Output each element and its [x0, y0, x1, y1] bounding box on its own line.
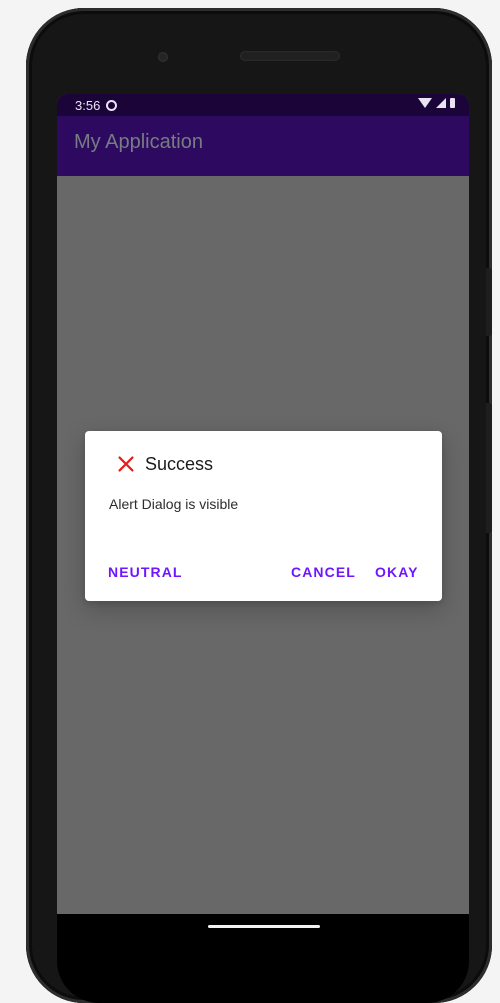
dialog-title: Success [145, 453, 214, 474]
battery-icon [450, 98, 455, 108]
dialog-title-row: Success [115, 453, 213, 475]
wifi-icon [418, 98, 432, 108]
okay-button[interactable]: OKAY [375, 564, 419, 580]
status-time: 3:56 [75, 97, 101, 113]
camera-icon [158, 52, 168, 62]
app-bar: My Application [57, 116, 469, 176]
status-indicator-icon [106, 99, 118, 111]
dialog-message: Alert Dialog is visible [109, 496, 239, 512]
error-icon [115, 453, 137, 475]
speaker-grille [240, 51, 340, 61]
status-icons [418, 98, 455, 108]
home-indicator[interactable] [208, 925, 320, 928]
cancel-button[interactable]: CANCEL [291, 564, 356, 580]
app-title: My Application [74, 130, 203, 153]
alert-dialog: Success Alert Dialog is visible NEUTRAL … [85, 431, 442, 601]
status-bar: 3:56 [57, 94, 469, 116]
signal-icon [436, 98, 446, 108]
power-button [486, 403, 492, 533]
neutral-button[interactable]: NEUTRAL [108, 564, 183, 580]
volume-button [486, 268, 492, 336]
